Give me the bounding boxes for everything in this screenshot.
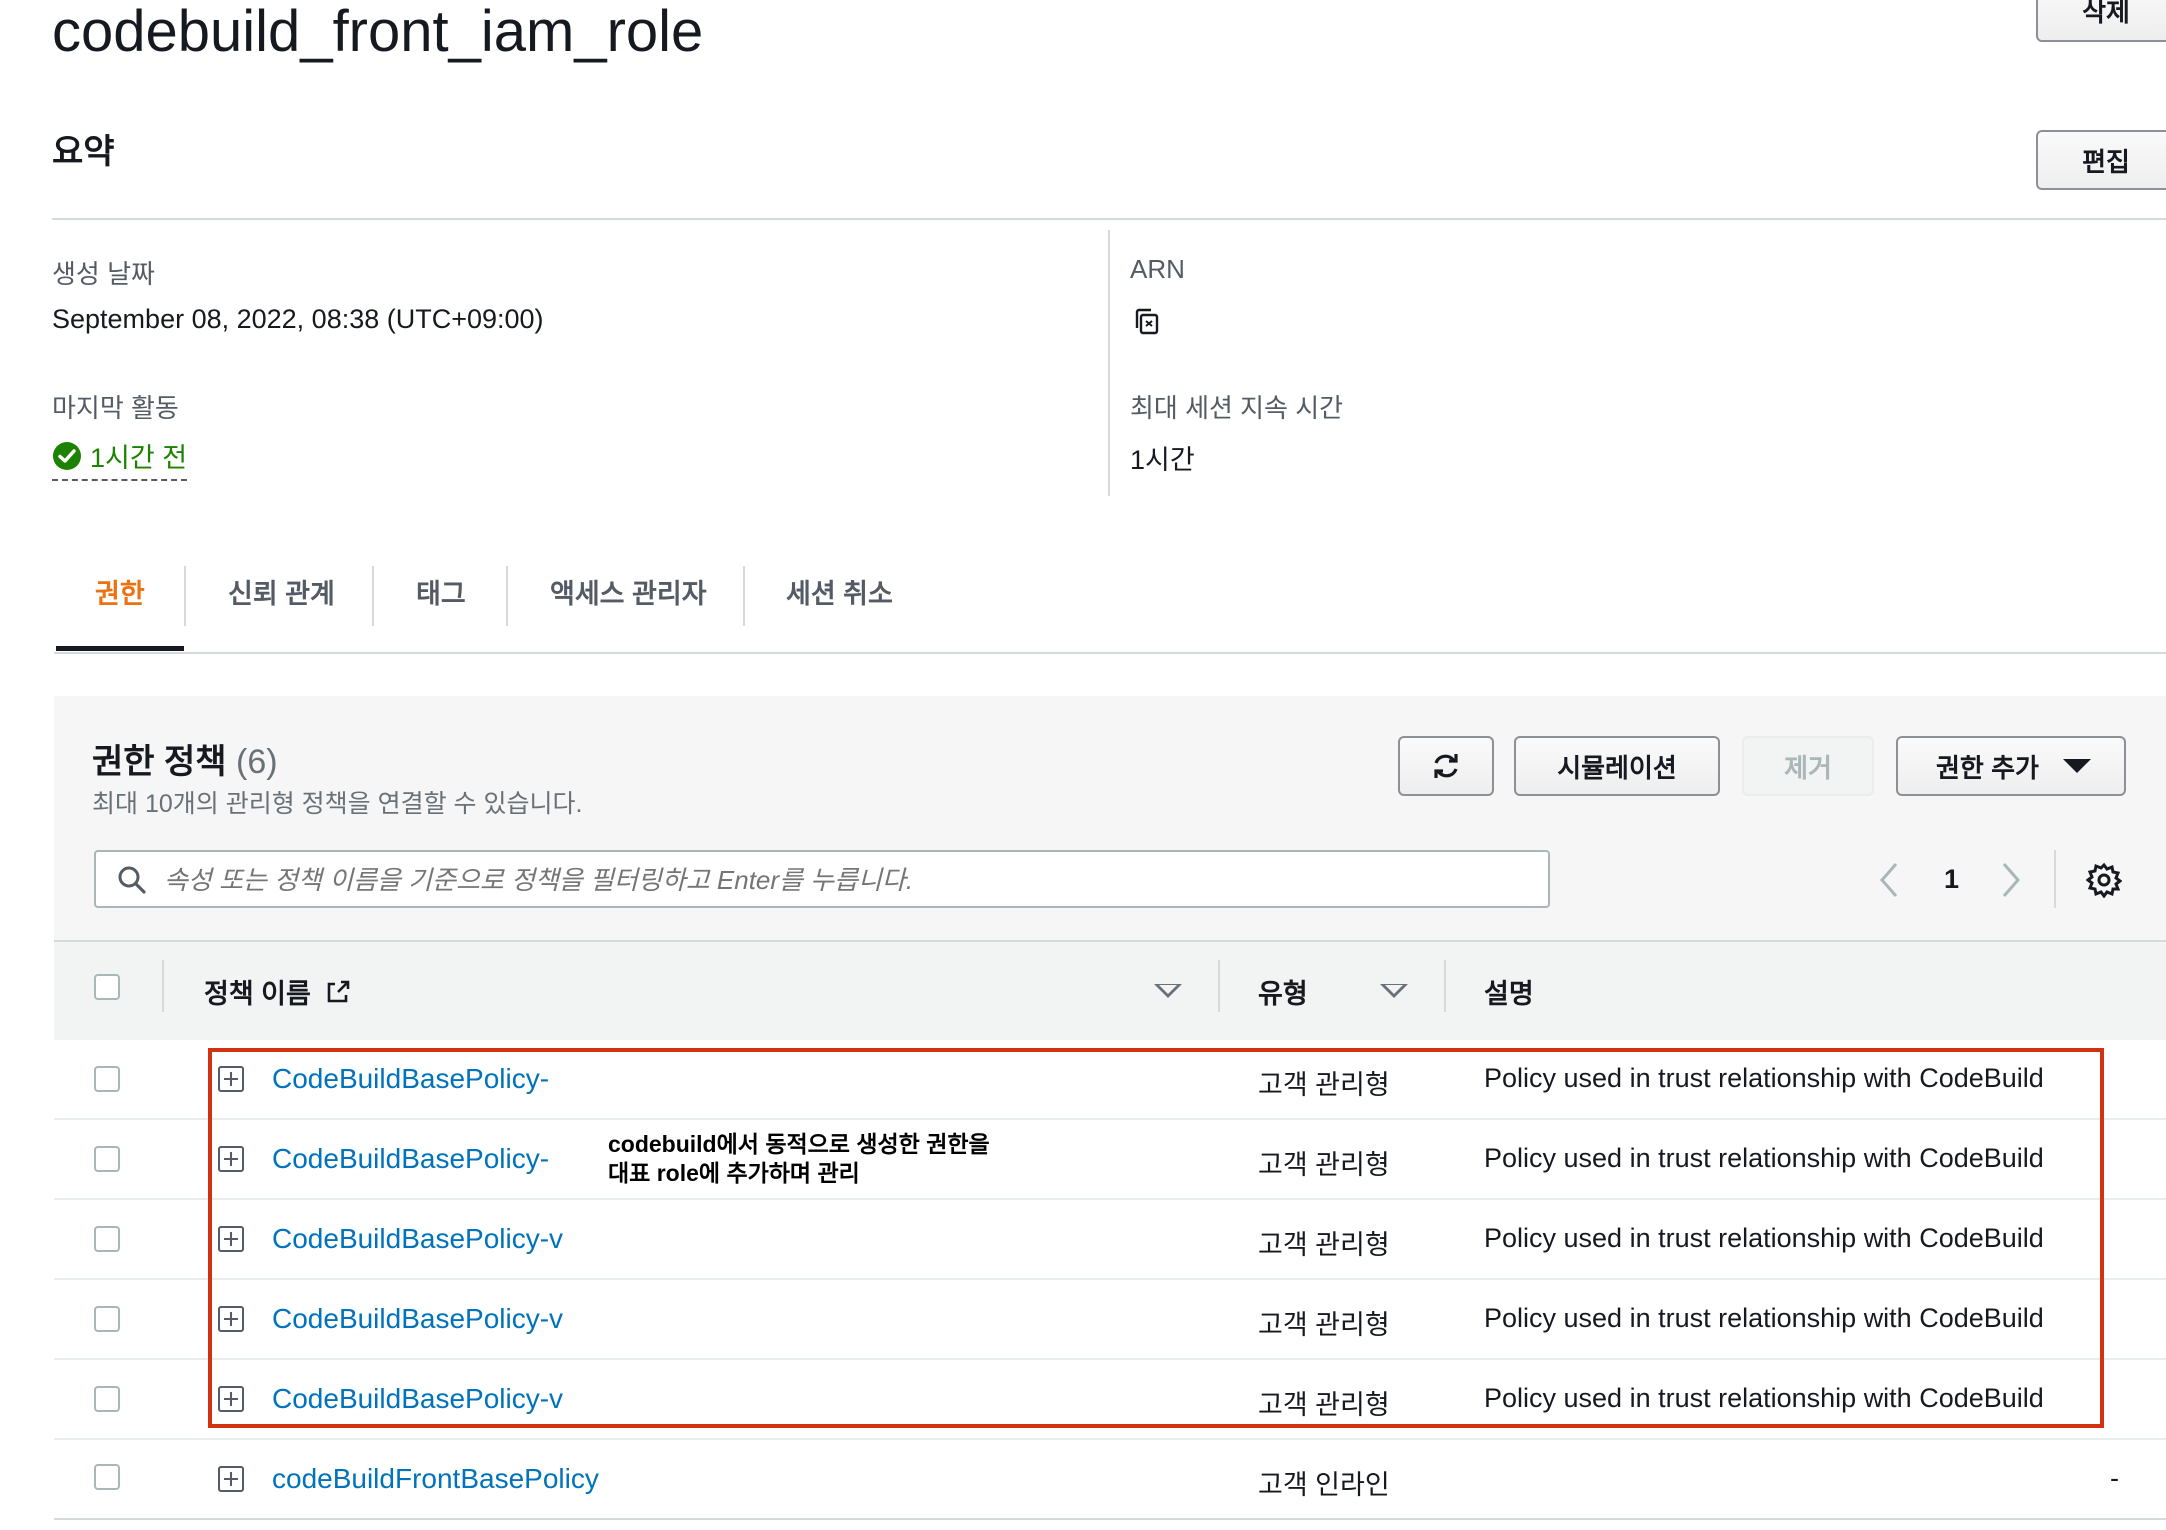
copy-icon[interactable]	[1132, 306, 1164, 343]
summary-column-divider	[1108, 230, 1110, 496]
annotation-line-2: 대표 role에 추가하며 관리	[608, 1160, 860, 1186]
summary-divider	[52, 218, 2166, 220]
row-checkbox[interactable]	[94, 1066, 120, 1092]
policies-heading-text: 권한 정책	[92, 743, 227, 781]
policy-name-link[interactable]: codeBuildFrontBasePolicy	[272, 1463, 599, 1495]
highlight-box	[208, 1048, 2104, 1428]
column-policy-name-label: 정책 이름	[204, 979, 311, 1009]
chevron-left-icon[interactable]	[1878, 862, 1900, 898]
row-divider	[54, 1518, 2166, 1520]
column-description[interactable]: 설명	[1484, 972, 1534, 1011]
check-circle-icon	[53, 441, 81, 470]
row-checkbox[interactable]	[94, 1386, 120, 1412]
policies-subtitle: 최대 10개의 관리형 정책을 연결할 수 있습니다.	[92, 790, 583, 818]
tab-active-indicator	[56, 646, 184, 651]
chevron-right-icon[interactable]	[2000, 862, 2022, 898]
tab-revoke-sessions[interactable]: 세션 취소	[786, 572, 893, 611]
delete-button[interactable]: 삭제	[2036, 0, 2166, 42]
external-link-icon	[328, 980, 350, 1003]
annotation-note: codebuild에서 동적으로 생성한 권한을 대표 role에 추가하며 관…	[604, 1128, 994, 1190]
column-divider	[1444, 960, 1446, 1012]
policy-search-input[interactable]	[162, 860, 1526, 900]
policy-type: 고객 인라인	[1258, 1470, 1390, 1500]
simulate-button[interactable]: 시뮬레이션	[1514, 736, 1720, 796]
annotation-line-1: codebuild에서 동적으로 생성한 권한을	[608, 1131, 990, 1157]
remove-button[interactable]: 제거	[1742, 736, 1874, 796]
last-activity-text: 1시간 전	[90, 443, 188, 473]
last-activity-label: 마지막 활동	[52, 393, 179, 423]
policies-count: (6)	[236, 743, 278, 781]
refresh-icon	[1434, 754, 1458, 778]
edit-button[interactable]: 편집	[2036, 130, 2166, 190]
tab-separator	[506, 566, 508, 626]
max-session-value: 1시간	[1130, 445, 1195, 475]
summary-heading: 요약	[52, 133, 115, 171]
column-divider	[1218, 960, 1220, 1012]
max-session-label: 최대 세션 지속 시간	[1130, 393, 1344, 423]
row-checkbox[interactable]	[94, 1306, 120, 1332]
column-type[interactable]: 유형	[1258, 972, 1308, 1011]
tab-tags[interactable]: 태그	[416, 572, 466, 611]
table-header	[54, 940, 2166, 1040]
policy-description: -	[2110, 1463, 2119, 1493]
search-icon	[118, 866, 146, 894]
row-checkbox[interactable]	[94, 1464, 120, 1490]
page-number[interactable]: 1	[1944, 864, 1959, 895]
tab-access-advisor[interactable]: 액세스 관리자	[550, 572, 707, 611]
tab-separator	[372, 566, 374, 626]
add-permissions-button[interactable]: 권한 추가	[1896, 736, 2126, 796]
tabs-divider	[54, 652, 2166, 654]
tab-separator	[184, 566, 186, 626]
created-date-value: September 08, 2022, 08:38 (UTC+09:00)	[52, 304, 544, 334]
row-divider	[54, 1438, 2166, 1440]
refresh-button[interactable]	[1398, 736, 1494, 796]
tab-permissions[interactable]: 권한	[95, 572, 145, 611]
sort-icon[interactable]	[1380, 984, 1408, 998]
column-divider	[162, 960, 164, 1012]
arn-label: ARN	[1130, 254, 1185, 284]
page-title: codebuild_front_iam_role	[52, 0, 704, 64]
row-checkbox[interactable]	[94, 1146, 120, 1172]
caret-down-icon	[2062, 759, 2091, 773]
gear-icon[interactable]	[2086, 862, 2122, 898]
created-date-label: 생성 날짜	[52, 259, 155, 289]
policies-heading: 권한 정책 (6)	[92, 734, 278, 783]
row-checkbox[interactable]	[94, 1226, 120, 1252]
policy-search-field[interactable]	[94, 850, 1550, 908]
column-policy-name[interactable]: 정책 이름	[204, 972, 352, 1011]
select-all-checkbox[interactable]	[94, 974, 120, 1000]
last-activity-value[interactable]: 1시간 전	[52, 436, 188, 481]
tab-trust-relationships[interactable]: 신뢰 관계	[228, 572, 335, 611]
tab-separator	[743, 566, 745, 626]
expand-plus-icon[interactable]	[218, 1466, 244, 1492]
sort-icon[interactable]	[1154, 984, 1182, 998]
add-permissions-label: 권한 추가	[1936, 752, 2039, 783]
pagination-divider	[2054, 850, 2056, 908]
